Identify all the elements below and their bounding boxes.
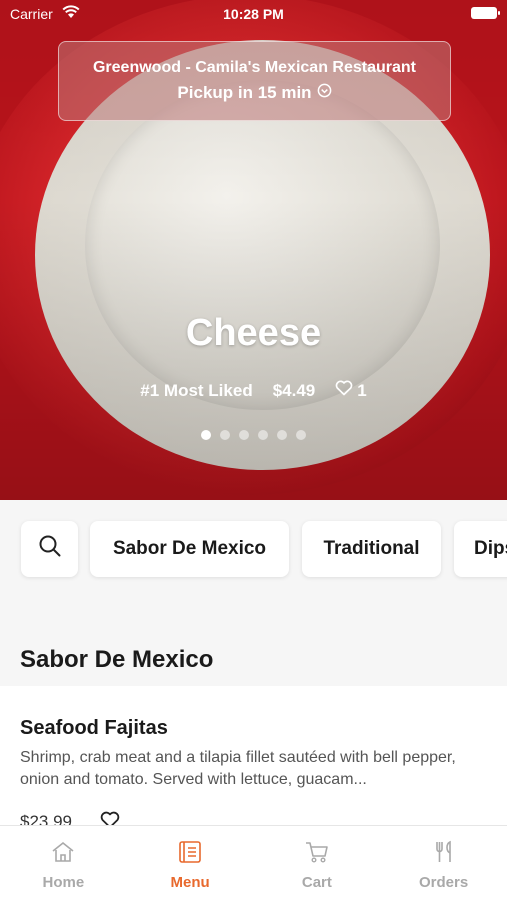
tab-home[interactable]: Home bbox=[0, 826, 127, 901]
pickup-time[interactable]: Pickup in 15 min bbox=[59, 83, 450, 103]
menu-book-icon bbox=[177, 840, 203, 868]
featured-item-name: Cheese bbox=[185, 312, 322, 354]
tab-orders-label: Orders bbox=[419, 874, 469, 891]
search-button[interactable] bbox=[21, 521, 78, 577]
tab-orders[interactable]: Orders bbox=[380, 826, 507, 901]
category-chip-sabor-de-mexico[interactable]: Sabor De Mexico bbox=[90, 521, 289, 577]
category-bar: Sabor De Mexico Traditional Dips Sabor D… bbox=[0, 500, 507, 670]
category-chip-traditional[interactable]: Traditional bbox=[302, 521, 441, 577]
featured-hero[interactable]: Carrier 10:28 PM Greenwood - Camila's Me… bbox=[0, 0, 507, 500]
featured-rank: #1 Most Liked bbox=[140, 380, 253, 400]
fork-knife-icon bbox=[431, 840, 457, 868]
tab-menu[interactable]: Menu bbox=[127, 826, 254, 901]
clock: 10:28 PM bbox=[223, 6, 284, 22]
tab-cart-label: Cart bbox=[301, 874, 332, 891]
section-title: Sabor De Mexico bbox=[20, 646, 214, 670]
pickup-banner[interactable]: Greenwood - Camila's Mexican Restaurant … bbox=[58, 41, 451, 121]
category-chip-dips[interactable]: Dips bbox=[454, 521, 507, 577]
featured-item-meta: #1 Most Liked $4.49 1 bbox=[0, 380, 507, 401]
tab-cart[interactable]: Cart bbox=[254, 826, 381, 901]
featured-price: $4.49 bbox=[272, 380, 316, 400]
restaurant-name: Greenwood - Camila's Mexican Restaurant bbox=[92, 59, 416, 76]
carousel-dots[interactable] bbox=[0, 430, 507, 440]
heart-icon bbox=[335, 380, 353, 401]
carousel-dot[interactable] bbox=[258, 430, 268, 440]
carousel-dot[interactable] bbox=[239, 430, 249, 440]
tab-bar: Home Menu Cart Orders bbox=[0, 825, 507, 901]
featured-likes[interactable]: 1 bbox=[335, 380, 367, 401]
carousel-dot[interactable] bbox=[201, 430, 211, 440]
tab-menu-label: Menu bbox=[170, 874, 210, 891]
battery-icon bbox=[471, 7, 500, 19]
pickup-label: Pickup in 15 min bbox=[177, 83, 312, 102]
cart-icon bbox=[304, 840, 330, 868]
home-icon bbox=[50, 840, 76, 868]
likes-count: 1 bbox=[357, 380, 367, 400]
carousel-dot[interactable] bbox=[277, 430, 287, 440]
menu-item-description: Shrimp, crab meat and a tilapia fillet s… bbox=[20, 749, 456, 788]
carousel-dot[interactable] bbox=[220, 430, 230, 440]
tab-home-label: Home bbox=[42, 874, 85, 891]
search-icon bbox=[38, 534, 62, 564]
carousel-dot[interactable] bbox=[296, 430, 306, 440]
menu-item-name: Seafood Fajitas bbox=[20, 717, 168, 739]
chevron-down-circle-icon bbox=[317, 83, 332, 103]
status-bar: Carrier 10:28 PM bbox=[0, 0, 507, 28]
